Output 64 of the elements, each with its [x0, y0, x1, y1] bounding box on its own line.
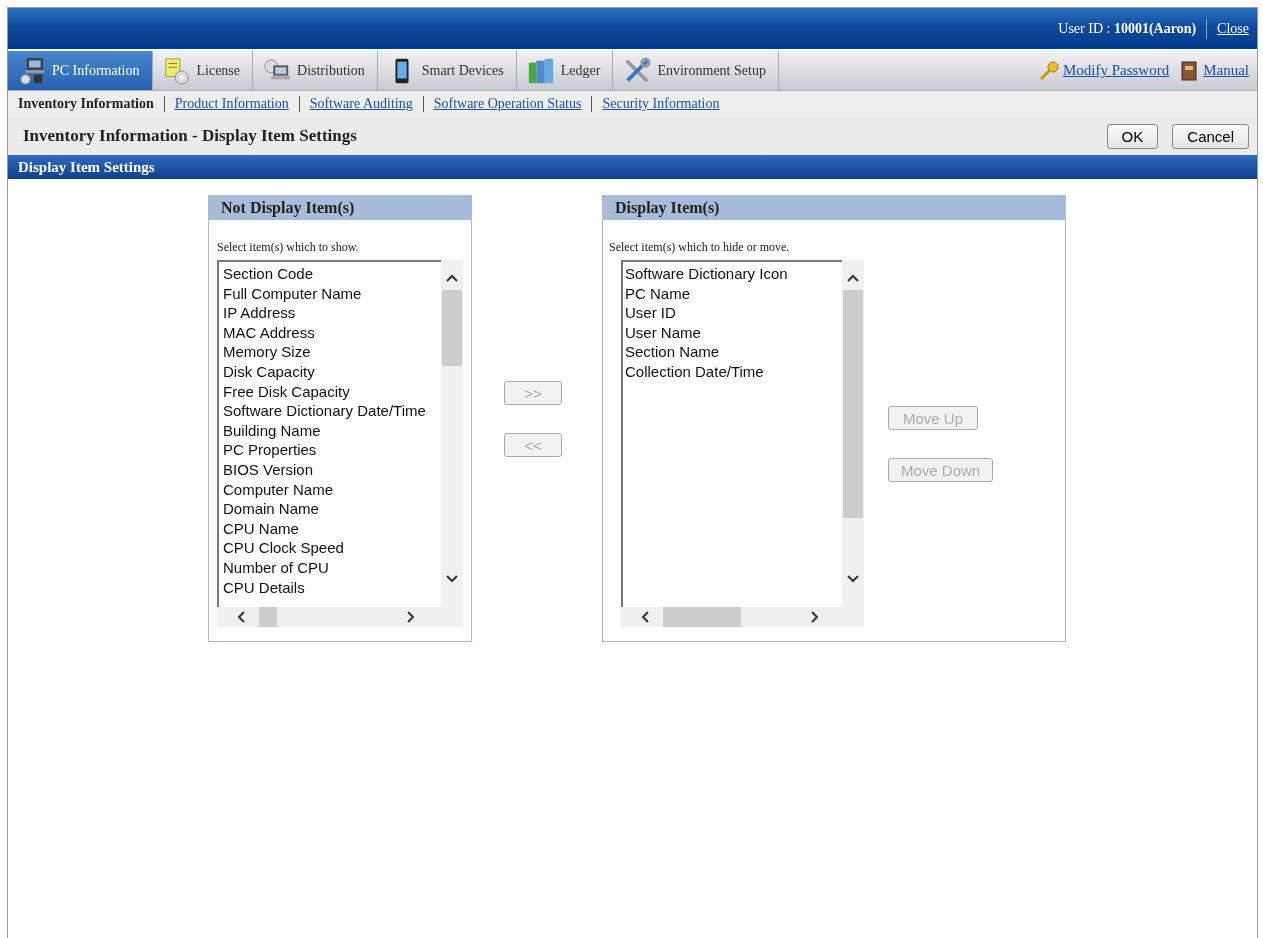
- list-item[interactable]: MAC Address: [223, 322, 437, 343]
- panel-title: Display Item(s): [615, 199, 720, 217]
- book-icon: [1179, 60, 1200, 81]
- list-item[interactable]: Memory Size: [223, 342, 437, 362]
- list-item[interactable]: Software Dictionary Icon: [625, 264, 838, 284]
- subnav-link[interactable]: Security Information: [602, 96, 720, 112]
- panel-title: Not Display Item(s): [221, 199, 355, 217]
- list-box[interactable]: Software Dictionary Icon PC Name User ID User Name Section Name Collection Date/Time: [621, 260, 864, 627]
- subnav-link[interactable]: Software Operation Status: [433, 96, 582, 112]
- computer-icon: [18, 56, 46, 85]
- list-item[interactable]: Section Code: [223, 264, 437, 284]
- scrollbar-thumb[interactable]: [843, 290, 863, 518]
- action-button[interactable]: OK: [1106, 123, 1159, 149]
- list-item[interactable]: Collection Date/Time: [625, 361, 838, 382]
- chevron-up-icon[interactable]: [847, 274, 859, 282]
- list-item[interactable]: Domain Name: [223, 499, 437, 519]
- scrollbar-thumb[interactable]: [663, 607, 741, 627]
- chevron-right-icon[interactable]: [811, 611, 819, 623]
- chevron-up-icon[interactable]: [446, 274, 458, 282]
- list-item[interactable]: CPU Details: [223, 577, 437, 598]
- certificate-icon: [162, 56, 191, 85]
- close-link[interactable]: Close: [1217, 20, 1249, 37]
- list-item[interactable]: Section Name: [625, 342, 838, 362]
- nav-tab[interactable]: Environment Setup: [613, 51, 779, 90]
- list-item[interactable]: Computer Name: [223, 479, 437, 500]
- header-link[interactable]: Manual: [1203, 62, 1249, 79]
- list-item[interactable]: CPU Name: [223, 518, 437, 539]
- action-button[interactable]: Cancel: [1172, 123, 1249, 149]
- tools-icon: [623, 56, 652, 85]
- nav-tab[interactable]: Smart Devices: [377, 51, 517, 90]
- list-item[interactable]: Number of CPU: [223, 557, 437, 578]
- list-item[interactable]: Software Dictionary Date/Time: [223, 401, 437, 421]
- subnav-link[interactable]: Inventory Information: [18, 96, 154, 112]
- list-item[interactable]: BIOS Version: [223, 459, 437, 480]
- list-item[interactable]: Disk Capacity: [223, 361, 437, 382]
- subnav-link[interactable]: Software Auditing: [309, 96, 413, 112]
- list-item[interactable]: CPU Clock Speed: [223, 538, 437, 558]
- list-item[interactable]: PC Name: [625, 283, 838, 304]
- chevron-left-icon[interactable]: [237, 611, 245, 623]
- section-title: Display Item Settings: [18, 158, 155, 176]
- list-item[interactable]: IP Address: [223, 303, 437, 323]
- nav-tab[interactable]: License: [152, 51, 254, 90]
- header-link[interactable]: Modify Password: [1062, 62, 1170, 79]
- list-item[interactable]: Building Name: [223, 420, 437, 441]
- panel-hint: Select item(s) which to hide or move.: [609, 240, 791, 255]
- list-item[interactable]: User Name: [625, 322, 838, 343]
- scrollbar-thumb[interactable]: [442, 290, 462, 366]
- subnav-link[interactable]: Product Information: [174, 96, 289, 112]
- scrollbar-thumb[interactable]: [259, 607, 277, 627]
- user-id-label: User ID : 10001(Aaron): [1058, 20, 1197, 37]
- chevron-down-icon[interactable]: [446, 575, 458, 583]
- list-item[interactable]: Full Computer Name: [223, 283, 437, 304]
- list-box[interactable]: [217, 260, 463, 627]
- chevron-down-icon[interactable]: [847, 575, 859, 583]
- chevron-left-icon[interactable]: [641, 611, 649, 623]
- list-item[interactable]: Free Disk Capacity: [223, 381, 437, 402]
- page-title: Inventory Information - Display Item Settings: [23, 126, 357, 146]
- nav-tab[interactable]: Distribution: [253, 51, 378, 90]
- panel-hint: Select item(s) which to show.: [217, 240, 360, 255]
- nav-tab[interactable]: Ledger: [516, 51, 614, 90]
- list-item[interactable]: PC Properties: [223, 440, 437, 460]
- chevron-right-icon[interactable]: [407, 611, 415, 623]
- list-item[interactable]: User ID: [625, 303, 838, 323]
- nav-tab[interactable]: PC Information: [8, 51, 153, 90]
